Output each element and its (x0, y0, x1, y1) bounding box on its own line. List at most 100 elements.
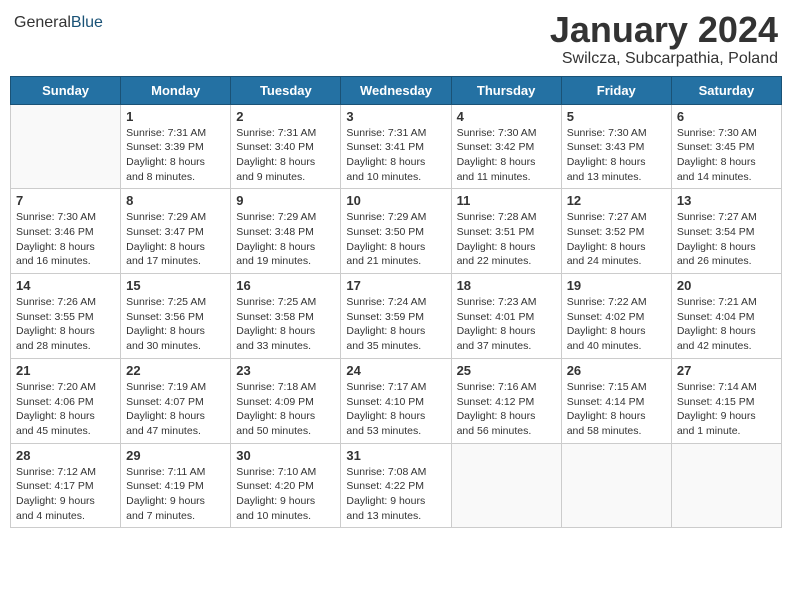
day-number: 5 (567, 109, 666, 124)
day-number: 22 (126, 363, 225, 378)
day-info: Sunrise: 7:22 AMSunset: 4:02 PMDaylight:… (567, 295, 666, 354)
day-number: 6 (677, 109, 776, 124)
day-number: 1 (126, 109, 225, 124)
calendar-week-row: 7 Sunrise: 7:30 AMSunset: 3:46 PMDaylight… (11, 189, 782, 274)
calendar-cell: 5 Sunrise: 7:30 AMSunset: 3:43 PMDaylight… (561, 104, 671, 189)
day-number: 26 (567, 363, 666, 378)
day-info: Sunrise: 7:28 AMSunset: 3:51 PMDaylight:… (457, 210, 556, 269)
calendar-week-row: 14 Sunrise: 7:26 AMSunset: 3:55 PMDayligh… (11, 274, 782, 359)
day-number: 4 (457, 109, 556, 124)
calendar-week-row: 1 Sunrise: 7:31 AMSunset: 3:39 PMDaylight… (11, 104, 782, 189)
calendar-cell: 28 Sunrise: 7:12 AMSunset: 4:17 PMDayligh… (11, 443, 121, 528)
calendar-cell: 25 Sunrise: 7:16 AMSunset: 4:12 PMDayligh… (451, 358, 561, 443)
day-number: 2 (236, 109, 335, 124)
day-info: Sunrise: 7:31 AMSunset: 3:41 PMDaylight:… (346, 126, 445, 185)
day-number: 7 (16, 193, 115, 208)
calendar-cell: 20 Sunrise: 7:21 AMSunset: 4:04 PMDayligh… (671, 274, 781, 359)
calendar-cell (671, 443, 781, 528)
day-number: 28 (16, 448, 115, 463)
day-number: 9 (236, 193, 335, 208)
day-info: Sunrise: 7:08 AMSunset: 4:22 PMDaylight:… (346, 465, 445, 524)
day-number: 11 (457, 193, 556, 208)
day-info: Sunrise: 7:25 AMSunset: 3:56 PMDaylight:… (126, 295, 225, 354)
day-info: Sunrise: 7:30 AMSunset: 3:42 PMDaylight:… (457, 126, 556, 185)
day-number: 16 (236, 278, 335, 293)
day-number: 20 (677, 278, 776, 293)
day-info: Sunrise: 7:12 AMSunset: 4:17 PMDaylight:… (16, 465, 115, 524)
day-info: Sunrise: 7:24 AMSunset: 3:59 PMDaylight:… (346, 295, 445, 354)
day-number: 18 (457, 278, 556, 293)
day-info: Sunrise: 7:30 AMSunset: 3:46 PMDaylight:… (16, 210, 115, 269)
calendar-cell: 16Sunrise: 7:25 AMSunset: 3:58 PMDayligh… (231, 274, 341, 359)
day-number: 17 (346, 278, 445, 293)
day-number: 21 (16, 363, 115, 378)
day-number: 3 (346, 109, 445, 124)
calendar-cell: 12 Sunrise: 7:27 AMSunset: 3:52 PMDayligh… (561, 189, 671, 274)
calendar-cell: 7 Sunrise: 7:30 AMSunset: 3:46 PMDaylight… (11, 189, 121, 274)
day-number: 24 (346, 363, 445, 378)
day-info: Sunrise: 7:30 AMSunset: 3:43 PMDaylight:… (567, 126, 666, 185)
day-info: Sunrise: 7:15 AMSunset: 4:14 PMDaylight:… (567, 380, 666, 439)
calendar-cell: 31 Sunrise: 7:08 AMSunset: 4:22 PMDayligh… (341, 443, 451, 528)
calendar-cell: 21 Sunrise: 7:20 AMSunset: 4:06 PMDayligh… (11, 358, 121, 443)
day-number: 8 (126, 193, 225, 208)
calendar-cell: 22Sunrise: 7:19 AMSunset: 4:07 PMDayligh… (121, 358, 231, 443)
weekday-header-tuesday: Tuesday (231, 76, 341, 104)
calendar-cell (11, 104, 121, 189)
day-number: 31 (346, 448, 445, 463)
day-info: Sunrise: 7:17 AMSunset: 4:10 PMDaylight:… (346, 380, 445, 439)
calendar-week-row: 28 Sunrise: 7:12 AMSunset: 4:17 PMDayligh… (11, 443, 782, 528)
weekday-header-row: SundayMondayTuesdayWednesdayThursdayFrid… (11, 76, 782, 104)
calendar-cell: 1 Sunrise: 7:31 AMSunset: 3:39 PMDaylight… (121, 104, 231, 189)
logo: GeneralBlue (14, 14, 103, 32)
calendar-cell: 10 Sunrise: 7:29 AMSunset: 3:50 PMDayligh… (341, 189, 451, 274)
weekday-header-saturday: Saturday (671, 76, 781, 104)
calendar-cell (451, 443, 561, 528)
logo-general: General (14, 14, 71, 31)
calendar-cell: 3 Sunrise: 7:31 AMSunset: 3:41 PMDaylight… (341, 104, 451, 189)
day-info: Sunrise: 7:16 AMSunset: 4:12 PMDaylight:… (457, 380, 556, 439)
day-info: Sunrise: 7:14 AMSunset: 4:15 PMDaylight:… (677, 380, 776, 439)
calendar-cell: 24 Sunrise: 7:17 AMSunset: 4:10 PMDayligh… (341, 358, 451, 443)
day-number: 23 (236, 363, 335, 378)
title-block: January 2024 Swilcza, Subcarpathia, Pola… (550, 10, 778, 68)
day-number: 13 (677, 193, 776, 208)
day-info: Sunrise: 7:27 AMSunset: 3:52 PMDaylight:… (567, 210, 666, 269)
day-number: 15 (126, 278, 225, 293)
day-info: Sunrise: 7:29 AMSunset: 3:47 PMDaylight:… (126, 210, 225, 269)
calendar-cell: 26 Sunrise: 7:15 AMSunset: 4:14 PMDayligh… (561, 358, 671, 443)
calendar-cell: 8 Sunrise: 7:29 AMSunset: 3:47 PMDaylight… (121, 189, 231, 274)
calendar-cell: 17 Sunrise: 7:24 AMSunset: 3:59 PMDayligh… (341, 274, 451, 359)
calendar-table: SundayMondayTuesdayWednesdayThursdayFrid… (10, 76, 782, 529)
day-info: Sunrise: 7:27 AMSunset: 3:54 PMDaylight:… (677, 210, 776, 269)
day-number: 19 (567, 278, 666, 293)
day-info: Sunrise: 7:26 AMSunset: 3:55 PMDaylight:… (16, 295, 115, 354)
calendar-cell: 6Sunrise: 7:30 AMSunset: 3:45 PMDaylight… (671, 104, 781, 189)
weekday-header-thursday: Thursday (451, 76, 561, 104)
day-number: 30 (236, 448, 335, 463)
day-number: 14 (16, 278, 115, 293)
location: Swilcza, Subcarpathia, Poland (550, 50, 778, 68)
calendar-cell: 23 Sunrise: 7:18 AMSunset: 4:09 PMDayligh… (231, 358, 341, 443)
day-number: 25 (457, 363, 556, 378)
day-number: 12 (567, 193, 666, 208)
day-info: Sunrise: 7:21 AMSunset: 4:04 PMDaylight:… (677, 295, 776, 354)
day-info: Sunrise: 7:31 AMSunset: 3:39 PMDaylight:… (126, 126, 225, 185)
calendar-cell: 9Sunrise: 7:29 AMSunset: 3:48 PMDaylight… (231, 189, 341, 274)
day-info: Sunrise: 7:31 AMSunset: 3:40 PMDaylight:… (236, 126, 335, 185)
day-info: Sunrise: 7:18 AMSunset: 4:09 PMDaylight:… (236, 380, 335, 439)
day-info: Sunrise: 7:29 AMSunset: 3:50 PMDaylight:… (346, 210, 445, 269)
page-header: GeneralBlue January 2024 Swilcza, Subcar… (10, 10, 782, 68)
logo-blue: Blue (71, 14, 103, 31)
day-info: Sunrise: 7:23 AMSunset: 4:01 PMDaylight:… (457, 295, 556, 354)
calendar-cell: 27 Sunrise: 7:14 AMSunset: 4:15 PMDayligh… (671, 358, 781, 443)
calendar-cell: 15 Sunrise: 7:25 AMSunset: 3:56 PMDayligh… (121, 274, 231, 359)
weekday-header-wednesday: Wednesday (341, 76, 451, 104)
weekday-header-monday: Monday (121, 76, 231, 104)
calendar-week-row: 21 Sunrise: 7:20 AMSunset: 4:06 PMDayligh… (11, 358, 782, 443)
calendar-cell: 18 Sunrise: 7:23 AMSunset: 4:01 PMDayligh… (451, 274, 561, 359)
day-number: 10 (346, 193, 445, 208)
day-info: Sunrise: 7:20 AMSunset: 4:06 PMDaylight:… (16, 380, 115, 439)
calendar-cell: 11 Sunrise: 7:28 AMSunset: 3:51 PMDayligh… (451, 189, 561, 274)
day-number: 27 (677, 363, 776, 378)
